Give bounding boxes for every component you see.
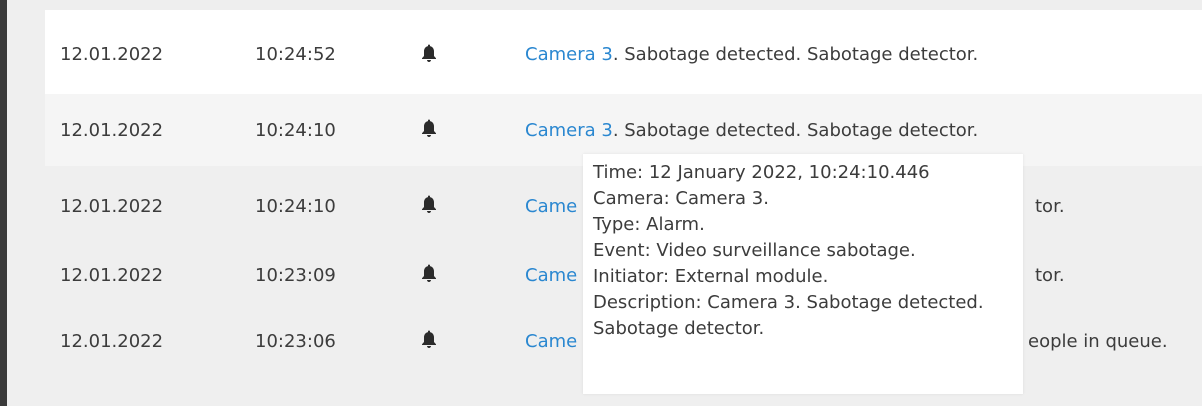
event-description: Came [525, 331, 577, 353]
tooltip-event: Event: Video surveillance sabotage. [593, 240, 916, 261]
event-description-text: eople in queue. [1028, 331, 1168, 352]
tooltip-time: Time: 12 January 2022, 10:24:10.446 [593, 162, 930, 183]
bell-icon [420, 43, 438, 63]
event-date: 12.01.2022 [60, 331, 164, 352]
camera-link[interactable]: Came [525, 331, 577, 352]
bell-icon [420, 118, 438, 138]
tooltip-description: Description: Camera 3. Sabotage detected… [593, 292, 984, 339]
bell-icon [420, 194, 438, 214]
camera-link[interactable]: Camera 3 [525, 120, 613, 141]
event-date: 12.01.2022 [60, 196, 164, 217]
tooltip-camera: Camera: Camera 3. [593, 188, 769, 209]
event-tooltip: Time: 12 January 2022, 10:24:10.446 Came… [583, 154, 1023, 394]
event-time: 10:23:09 [255, 265, 336, 286]
event-description: Came [525, 196, 577, 218]
event-time: 10:23:06 [255, 331, 336, 352]
event-row[interactable]: 12.01.2022 10:24:52 Camera 3. Sabotage d… [45, 10, 1202, 94]
event-time: 10:24:10 [255, 196, 336, 217]
event-description: Came [525, 265, 577, 287]
camera-link[interactable]: Camera 3 [525, 44, 613, 65]
event-time: 10:24:10 [255, 120, 336, 141]
camera-link[interactable]: Came [525, 265, 577, 286]
event-description-text: tor. [1035, 196, 1065, 217]
event-description: Camera 3. Sabotage detected. Sabotage de… [525, 120, 978, 142]
bell-icon [420, 263, 438, 283]
event-description: Camera 3. Sabotage detected. Sabotage de… [525, 44, 978, 66]
event-time: 10:24:52 [255, 44, 336, 65]
event-description-text: . Sabotage detected. Sabotage detector. [612, 120, 979, 141]
top-strip [7, 0, 1202, 10]
window-left-border [0, 0, 7, 406]
tooltip-initiator: Initiator: External module. [593, 266, 829, 287]
event-date: 12.01.2022 [60, 265, 164, 286]
event-date: 12.01.2022 [60, 120, 164, 141]
camera-link[interactable]: Came [525, 196, 577, 217]
bell-icon [420, 329, 438, 349]
tooltip-type: Type: Alarm. [593, 214, 705, 235]
event-date: 12.01.2022 [60, 44, 164, 65]
event-description-text: tor. [1035, 265, 1065, 286]
event-description-text: . Sabotage detected. Sabotage detector. [612, 44, 979, 65]
